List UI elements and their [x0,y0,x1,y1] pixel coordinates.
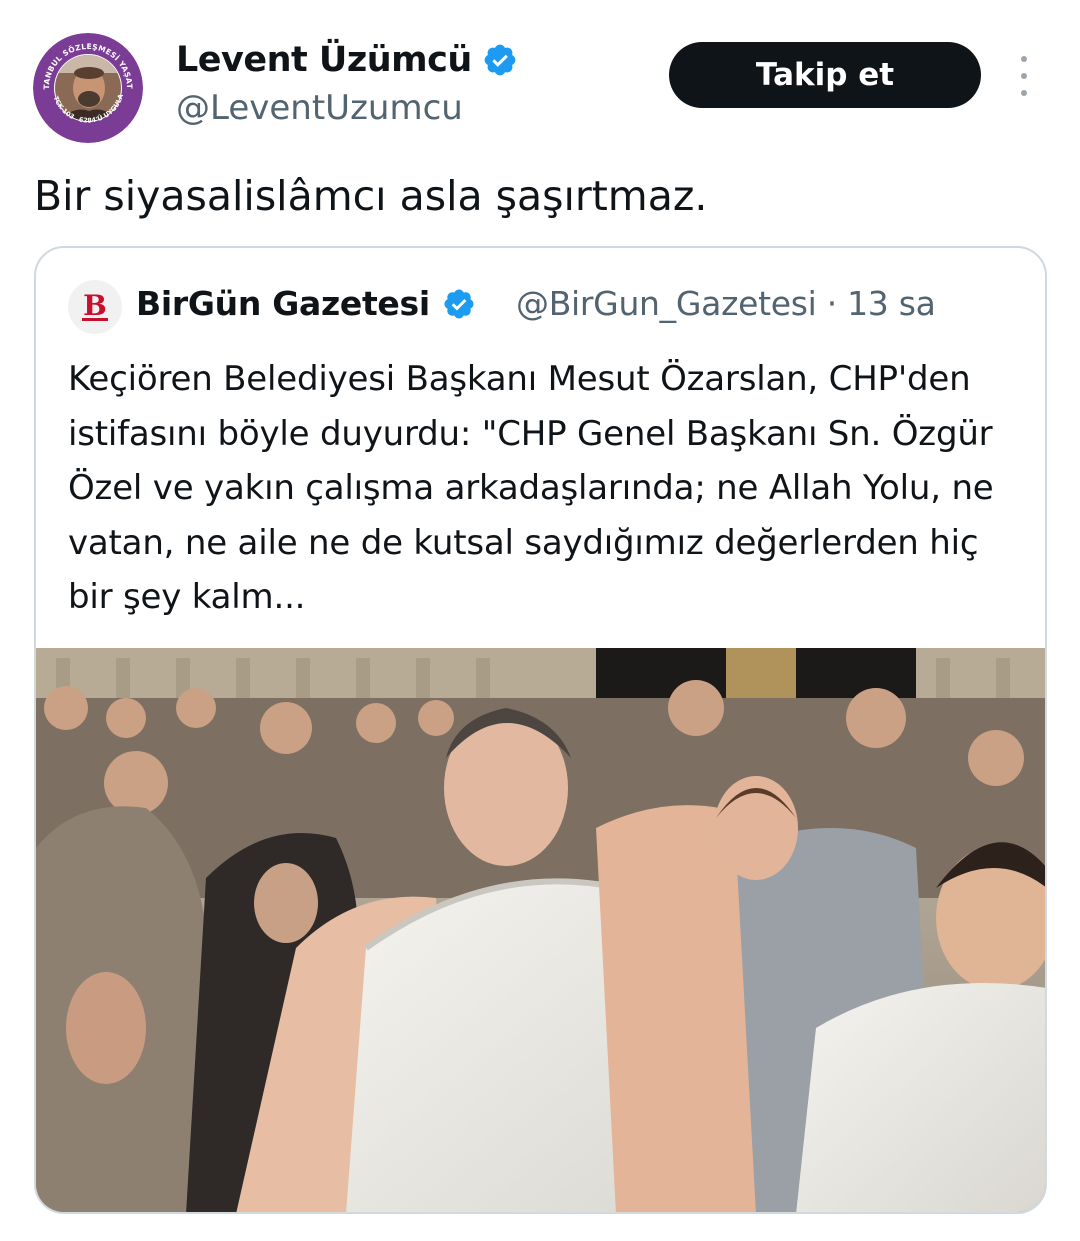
meta-separator: · [826,284,838,323]
quote-text: Keçiören Belediyesi Başkanı Mesut Özarsl… [68,359,994,617]
verified-badge-icon [484,44,516,76]
verified-badge-icon [444,288,474,319]
author-avatar[interactable]: İSTANBUL SÖZLEŞMESİ YAŞATIR TCK-103 6284… [33,33,143,143]
quote-avatar-letter: B [83,289,107,322]
more-vertical-icon[interactable] [1008,56,1040,96]
birgun-logo[interactable]: B [68,280,122,334]
quote-meta: @BirGun_Gazetesi · 13 sa [516,284,936,323]
birgun-logo-mark: B [82,289,108,322]
quoted-tweet-card[interactable]: B BirGün Gazetesi @BirGun_Gazetesi · 13 … [34,246,1047,1214]
quote-author-handle[interactable]: @BirGun_Gazetesi [516,284,817,323]
follow-button[interactable]: Takip et [669,42,981,108]
quote-timestamp[interactable]: 13 sa [847,284,936,323]
author-handle[interactable]: @LeventUzumcu [176,88,463,128]
more-dot [1021,90,1027,96]
more-dot [1021,56,1027,62]
more-dot [1021,73,1027,79]
quote-author-name[interactable]: BirGün Gazetesi [136,284,430,323]
tweet-text: Bir siyasalislâmcı asla şaşırtmaz. [34,172,708,220]
quote-name-row[interactable]: BirGün Gazetesi [136,284,476,323]
quote-photo[interactable] [36,648,1047,1214]
author-name-row[interactable]: Levent Üzümcü [176,40,518,80]
author-name[interactable]: Levent Üzümcü [176,40,472,80]
avatar-image: İSTANBUL SÖZLEŞMESİ YAŞATIR TCK-103 6284… [33,33,143,143]
